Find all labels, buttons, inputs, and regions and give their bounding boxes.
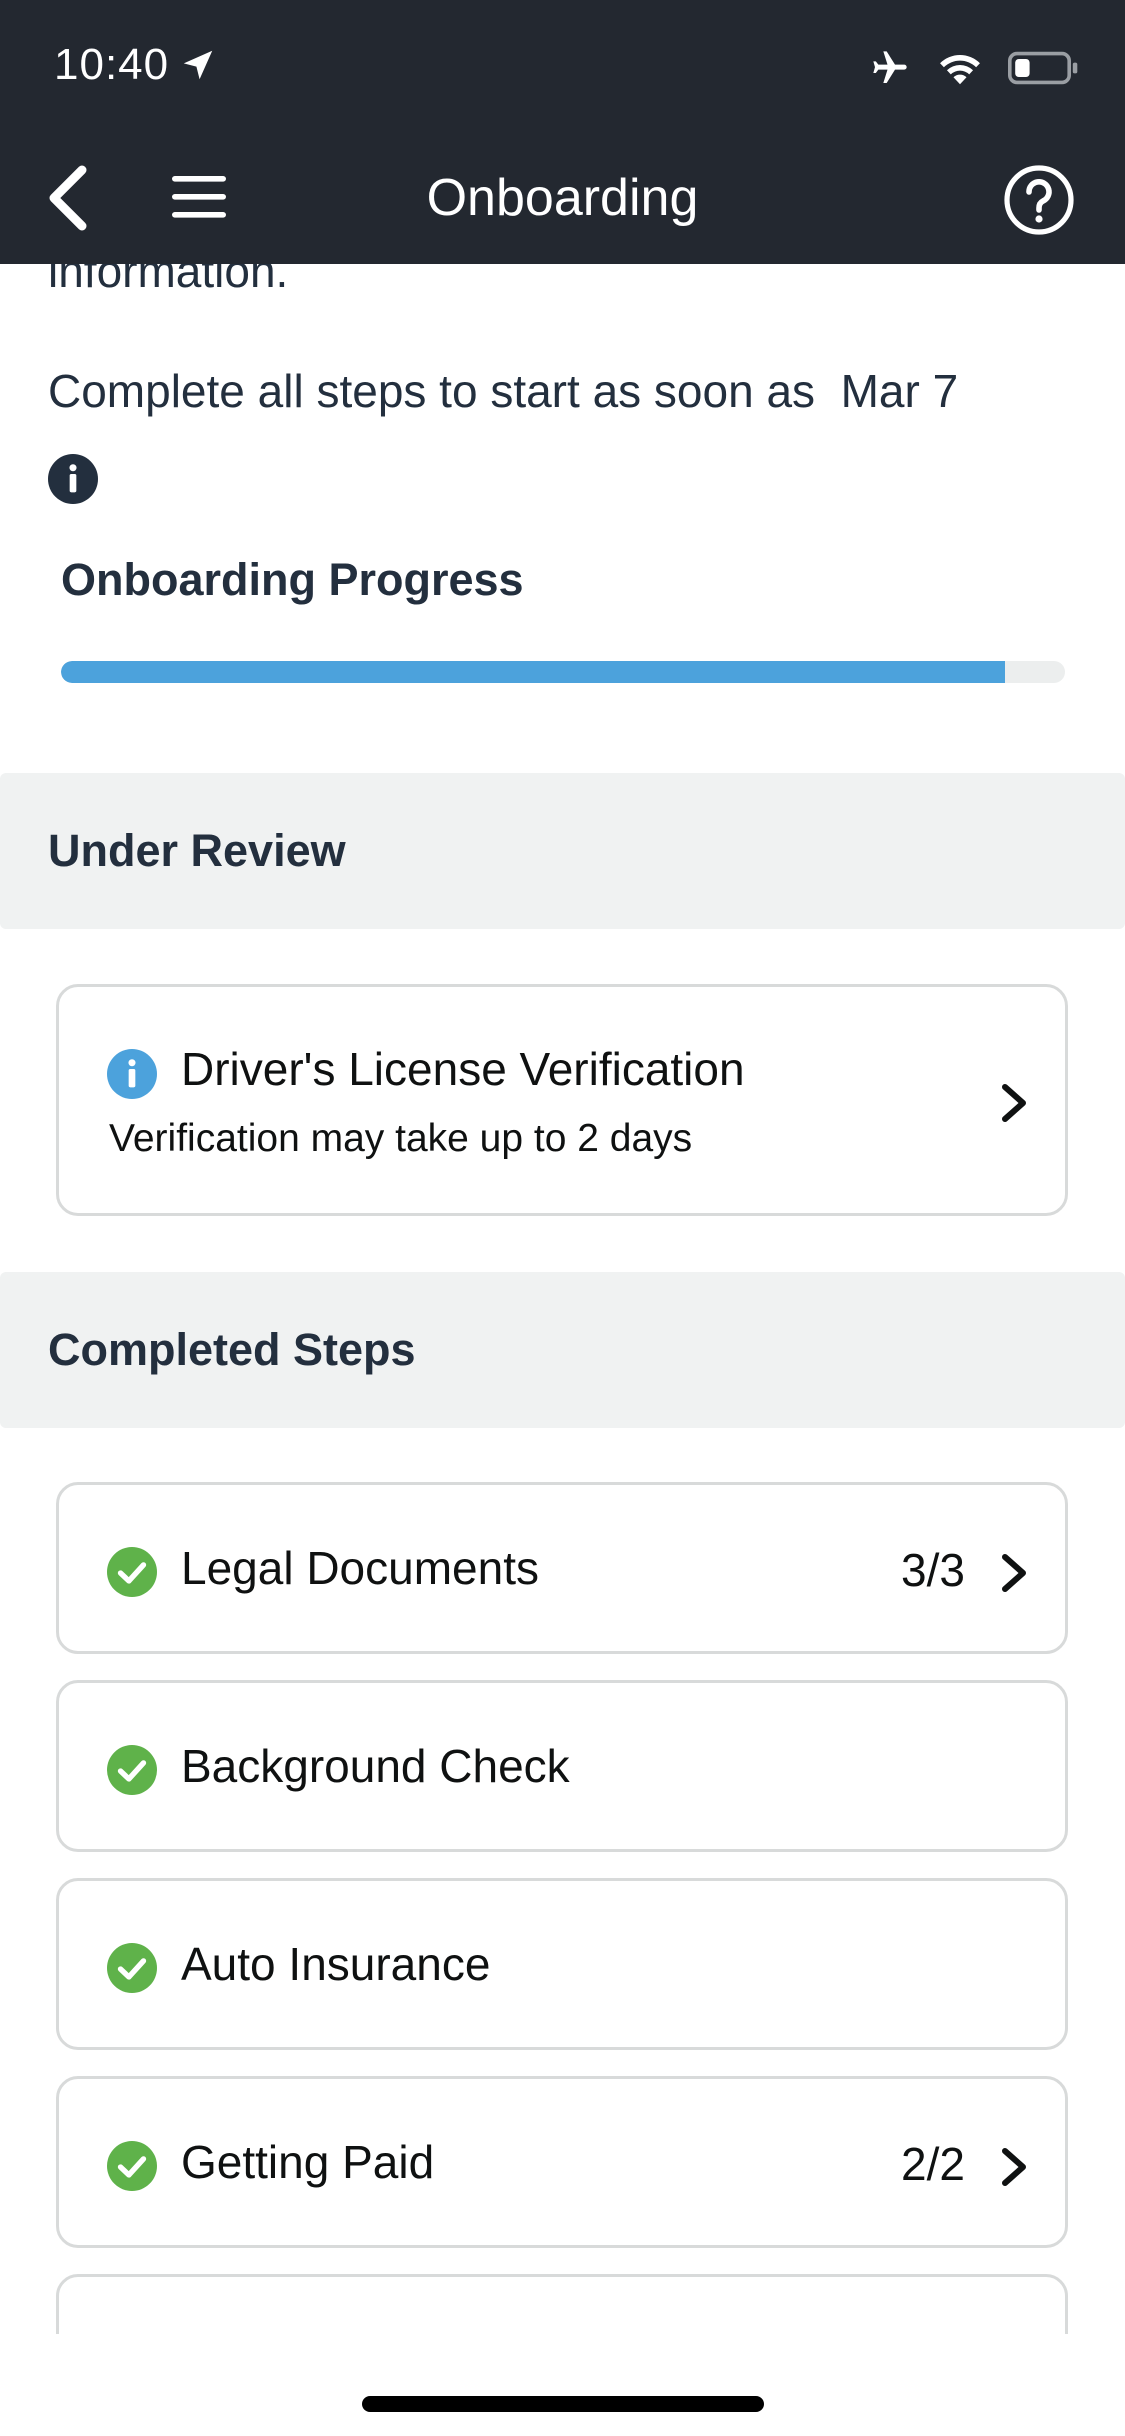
next-step-card-partial[interactable] [56, 2274, 1068, 2334]
progress-label: Onboarding Progress [61, 554, 524, 605]
check-icon [107, 1943, 157, 1993]
status-icons [867, 48, 1081, 88]
battery-icon [1008, 51, 1078, 85]
wifi-icon [940, 55, 980, 85]
card-title: Background Check [181, 1740, 570, 1792]
progress-bar [61, 661, 1065, 683]
help-icon[interactable] [1003, 164, 1075, 236]
check-icon [107, 2141, 157, 2191]
top-bar: 10:40 Onboarding [0, 0, 1125, 264]
airplane-icon [873, 51, 907, 83]
check-icon [107, 1745, 157, 1795]
completed-steps-header: Completed Steps [0, 1272, 1125, 1428]
status-time: 10:40 [54, 40, 217, 90]
status-time-text: 10:40 [54, 40, 170, 89]
info-icon [107, 1049, 157, 1099]
getting-paid-card[interactable]: Getting Paid 2/2 [56, 2076, 1068, 2248]
location-arrow-icon [183, 50, 213, 80]
card-count: 3/3 [901, 1544, 965, 1596]
start-date-text: Complete all steps to start as soon as M… [48, 365, 959, 417]
card-title: Driver's License Verification [181, 1043, 745, 1095]
card-title: Getting Paid [181, 2136, 435, 2188]
card-subtitle: Verification may take up to 2 days [109, 1117, 693, 1160]
drivers-license-card[interactable]: Driver's License Verification Verificati… [56, 984, 1068, 1216]
auto-insurance-card[interactable]: Auto Insurance [56, 1878, 1068, 2050]
check-icon [107, 1547, 157, 1597]
card-title: Legal Documents [181, 1542, 539, 1594]
card-title: Auto Insurance [181, 1938, 491, 1990]
progress-bar-fill [61, 661, 1005, 683]
under-review-title: Under Review [48, 825, 346, 876]
home-indicator [362, 2396, 764, 2412]
card-count: 2/2 [901, 2138, 965, 2190]
onboarding-content[interactable]: information. Complete all steps to start… [0, 264, 1125, 2334]
chevron-right-icon [1002, 1554, 1026, 1592]
legal-documents-card[interactable]: Legal Documents 3/3 [56, 1482, 1068, 1654]
under-review-header: Under Review [0, 773, 1125, 929]
chevron-right-icon [1002, 2148, 1026, 2186]
info-icon[interactable] [48, 454, 98, 504]
chevron-right-icon [1002, 1084, 1026, 1122]
page-title: Onboarding [426, 169, 699, 227]
completed-steps-title: Completed Steps [48, 1324, 416, 1375]
intro-partial-text: information. [48, 264, 289, 297]
background-check-card[interactable]: Background Check [56, 1680, 1068, 1852]
